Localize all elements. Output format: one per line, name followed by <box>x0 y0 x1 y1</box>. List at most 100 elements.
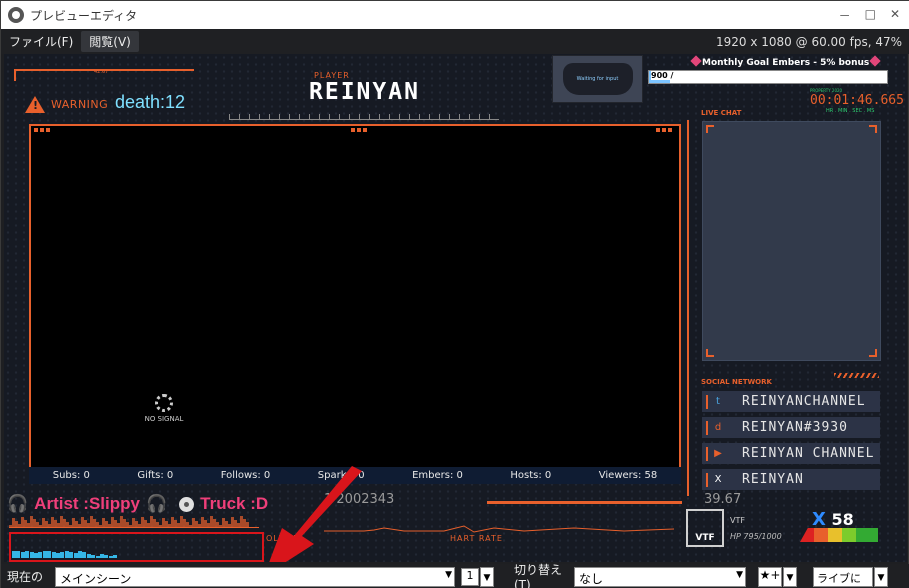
mixer-logo-icon: X <box>812 509 826 530</box>
warning-indicator: ! WARNING <box>25 96 108 113</box>
mic-level-bar <box>113 555 118 558</box>
heart-rate-line <box>324 525 674 533</box>
orange-decor-line <box>487 501 682 504</box>
visualizer-bar <box>246 522 249 527</box>
audio-visualizer <box>9 514 259 528</box>
top-decor-line: 42.67 <box>14 69 194 81</box>
live-chat-panel <box>702 121 881 361</box>
topline-value: 42.67 <box>94 69 109 75</box>
social-network-label: SOCIAL NETWORK <box>701 378 772 386</box>
mic-level-bar <box>34 553 38 558</box>
disc-icon <box>179 496 195 512</box>
timer-units: HR . MIN . SEC . MS <box>826 108 875 114</box>
game-capture-area[interactable] <box>29 124 681 469</box>
mic-level-bar <box>78 551 82 558</box>
close-button[interactable]: ✕ <box>890 7 900 24</box>
goal-title: Monthly Goal Embers - 5% bonus <box>690 55 881 68</box>
mic-level-bar <box>91 555 96 558</box>
mic-level-bar <box>47 551 52 558</box>
mic-level-bar <box>108 556 113 558</box>
chevron-down-icon: ▼ <box>736 569 743 580</box>
transition-select[interactable]: なし ▼ <box>574 566 746 587</box>
warning-icon: ! <box>25 96 45 113</box>
mic-level-bar <box>42 551 47 558</box>
goal-progress-bar: 900 / <box>648 70 888 84</box>
chevron-down-icon: ▼ <box>445 569 452 580</box>
death-counter: death:12 <box>115 92 186 112</box>
gamepad-icon: Waiting for input <box>562 63 633 95</box>
minimize-button[interactable]: － <box>839 7 851 24</box>
scene-number[interactable]: 1 <box>461 567 479 586</box>
headphones-icon: 🎧 <box>7 494 29 513</box>
controller-cam: Waiting for input <box>552 55 643 103</box>
artist-text: Artist :Slippy <box>34 494 140 513</box>
youtube-icon: ▶ <box>706 446 728 461</box>
mic-level-bar <box>86 554 91 558</box>
favorite-button[interactable]: ★+ <box>758 566 782 587</box>
mic-level-bar <box>82 552 87 558</box>
bottom-toolbar: 現在の メインシーン▼ 1 ▼ 切り替え(T) なし▼ ★+ ▼ ライブにする … <box>1 563 909 588</box>
go-live-button[interactable]: ライブにする <box>813 566 873 588</box>
vtf-label: VTF <box>730 516 745 525</box>
no-signal-text: NO SIGNAL <box>144 415 184 423</box>
vtf-logo: VTF <box>686 509 724 547</box>
app-logo-icon <box>8 7 24 23</box>
social-item-twitter: t REINYANCHANNEL <box>702 391 880 412</box>
favorite-dropdown[interactable]: ▼ <box>783 566 797 587</box>
warning-text: WARNING <box>51 98 109 111</box>
goal-value: 900 / <box>651 71 676 80</box>
transition-value: なし <box>579 571 604 586</box>
social-stripes-decor <box>834 373 879 378</box>
mic-level-bar <box>73 553 78 558</box>
red-arrow-icon <box>269 466 362 562</box>
mic-level-bar <box>29 552 34 558</box>
mic-level-bar <box>56 553 60 558</box>
twitter-icon: t <box>706 394 728 409</box>
menu-view[interactable]: 閲覧(V) <box>81 31 139 52</box>
hp-label: HP 795/1000 <box>730 532 782 541</box>
headphones-icon: 🎧 <box>145 494 168 513</box>
mic-level-bar <box>69 552 74 558</box>
resolution-info: 1920 x 1080 @ 60.00 fps, 47% <box>716 34 902 49</box>
stat-embers: Embers: 0 <box>412 470 463 481</box>
stat-subs: Subs: 0 <box>52 470 90 481</box>
live-chat-label: LIVE CHAT <box>701 109 742 117</box>
loading-spinner-icon <box>155 394 173 412</box>
mic-level-bar <box>51 552 56 558</box>
current-scene-label: 現在の <box>7 570 44 584</box>
no-signal: NO SIGNAL <box>134 394 194 423</box>
viewer-count: X 58 <box>812 509 854 530</box>
goal-title-text: Monthly Goal Embers - 5% bonus <box>702 58 870 68</box>
mic-level-bar <box>100 554 104 558</box>
mic-level-bar <box>25 551 30 558</box>
timer: 00:01:46.665 <box>810 93 904 108</box>
stage-corner-dots <box>351 128 367 133</box>
warning-symbol: ! <box>33 99 39 112</box>
viewer-count-value: 58 <box>831 510 854 529</box>
discord-icon: d <box>706 420 728 435</box>
stage-corner-dots <box>34 128 50 133</box>
gauge-meter <box>800 528 878 542</box>
heart-rate-label: HART RATE <box>450 534 503 543</box>
player-name: REINYAN <box>309 79 420 105</box>
preview-editor-window: プレビューエディタ － □ ✕ ファイル(F) 閲覧(V) 1920 x 108… <box>0 0 909 588</box>
mic-level-bar <box>60 552 65 558</box>
gem-icon <box>690 55 702 67</box>
mic-level-bar <box>95 556 100 558</box>
scene-number-dropdown[interactable]: ▼ <box>480 566 494 587</box>
scene-preview[interactable]: 42.67 ! WARNING death:12 PLAYER REINYAN … <box>4 54 907 562</box>
mic-level-bar <box>16 551 21 558</box>
mic-level-bar <box>104 555 109 558</box>
right-value: 39.67 <box>704 492 742 507</box>
transition-label: 切り替え(T) <box>514 563 563 588</box>
social-item-youtube: ▶ REINYAN CHANNEL <box>702 443 880 464</box>
right-frame-line <box>687 120 689 496</box>
scene-select[interactable]: メインシーン ▼ <box>55 566 455 587</box>
stat-viewers: Viewers: 58 <box>598 470 658 481</box>
maximize-button[interactable]: □ <box>865 7 876 24</box>
go-live-dropdown[interactable]: ▼ <box>874 566 888 587</box>
window-title: プレビューエディタ <box>30 8 138 23</box>
social-label: REINYAN CHANNEL <box>742 446 875 461</box>
mic-level-bar <box>64 551 69 558</box>
menu-file[interactable]: ファイル(F) <box>1 31 81 52</box>
